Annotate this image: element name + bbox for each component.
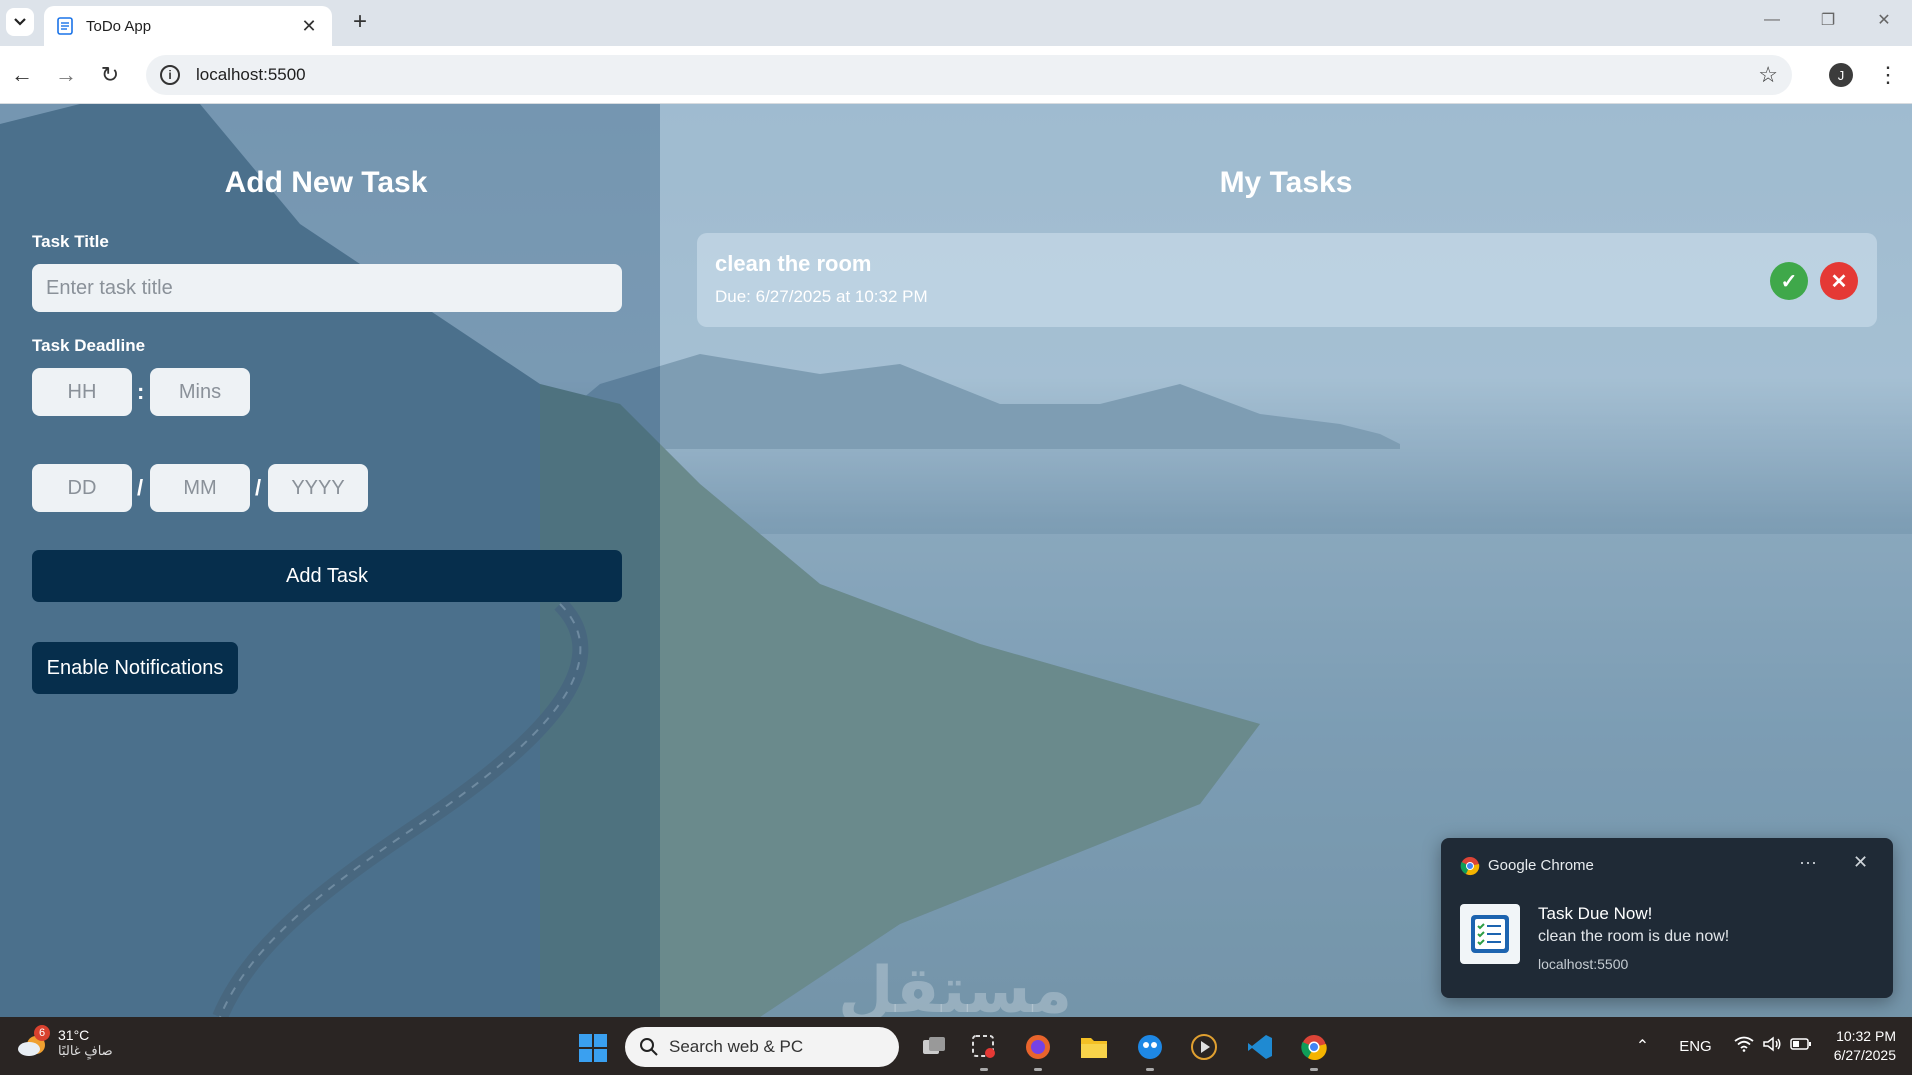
minute-input[interactable] bbox=[150, 368, 250, 416]
taskbar-search-box[interactable]: Search web & PC bbox=[625, 1027, 899, 1067]
my-tasks-heading: My Tasks bbox=[1219, 166, 1353, 199]
media-player-icon[interactable] bbox=[1188, 1031, 1220, 1063]
input-language[interactable]: ENG bbox=[1679, 1038, 1712, 1055]
time-separator: : bbox=[137, 379, 145, 404]
volume-icon[interactable] bbox=[1762, 1035, 1782, 1057]
notification-origin: localhost:5500 bbox=[1538, 956, 1629, 972]
date-separator-1: / bbox=[137, 475, 144, 500]
watermark-logo: مستقل bbox=[838, 954, 1073, 1017]
notification-close-icon[interactable]: ✕ bbox=[1853, 852, 1868, 873]
task-title-label: Task Title bbox=[32, 232, 109, 251]
site-info-icon[interactable]: i bbox=[160, 65, 180, 85]
tab-todo-app[interactable]: ToDo App ✕ bbox=[44, 6, 332, 46]
hour-input[interactable] bbox=[32, 368, 132, 416]
checklist-icon bbox=[1460, 904, 1520, 964]
day-input[interactable] bbox=[32, 464, 132, 512]
tab-close-icon[interactable]: ✕ bbox=[298, 15, 320, 37]
tab-strip: ToDo App ✕ + — ❐ ✕ bbox=[0, 0, 1912, 46]
wifi-icon[interactable] bbox=[1734, 1036, 1754, 1057]
weather-widget[interactable]: 6 31°C صافٍ غالبًا bbox=[16, 1025, 113, 1061]
search-icon bbox=[640, 1038, 658, 1056]
enable-notifications-button[interactable]: Enable Notifications bbox=[32, 642, 238, 694]
show-hidden-icons-chevron-icon[interactable]: ⌃ bbox=[1636, 1036, 1649, 1056]
year-input[interactable] bbox=[268, 464, 368, 512]
url-text[interactable]: localhost:5500 bbox=[196, 65, 1758, 85]
notification-more-icon[interactable]: ··· bbox=[1799, 852, 1817, 873]
new-tab-plus-icon[interactable]: + bbox=[344, 8, 376, 36]
restore-icon[interactable]: ❐ bbox=[1800, 0, 1856, 40]
task-title-input[interactable] bbox=[32, 264, 622, 312]
back-arrow-icon[interactable]: ← bbox=[6, 59, 38, 91]
task-title: clean the room bbox=[715, 251, 872, 276]
copilot-app-icon[interactable] bbox=[1134, 1031, 1166, 1071]
notification-title: Task Due Now! bbox=[1538, 904, 1653, 923]
forward-arrow-icon[interactable]: → bbox=[50, 59, 82, 91]
notification-body: clean the room is due now! bbox=[1538, 928, 1730, 945]
tab-search-chevron-icon[interactable] bbox=[6, 8, 34, 36]
reload-icon[interactable]: ↻ bbox=[94, 59, 126, 91]
vscode-icon[interactable] bbox=[1244, 1031, 1276, 1063]
file-explorer-icon[interactable] bbox=[1078, 1031, 1110, 1063]
windows-taskbar: 6 31°C صافٍ غالبًا Search web & PC ⌃ ENG… bbox=[0, 1017, 1912, 1075]
clock-date: 6/27/2025 bbox=[1833, 1047, 1896, 1063]
complete-task-check-icon[interactable]: ✓ bbox=[1770, 262, 1808, 300]
tab-title: ToDo App bbox=[86, 17, 152, 35]
clock-time: 10:32 PM bbox=[1836, 1028, 1896, 1044]
add-task-button[interactable]: Add Task bbox=[32, 550, 622, 602]
weather-description: صافٍ غالبًا bbox=[58, 1043, 113, 1058]
address-bar[interactable]: i localhost:5500 ☆ bbox=[146, 55, 1792, 95]
add-task-heading: Add New Task bbox=[224, 166, 428, 199]
weather-cloud-icon: 6 bbox=[16, 1025, 50, 1061]
battery-icon[interactable] bbox=[1789, 1037, 1812, 1056]
task-due-date: Due: 6/27/2025 at 10:32 PM bbox=[715, 287, 928, 306]
bookmark-star-icon[interactable]: ☆ bbox=[1758, 62, 1778, 88]
browser-toolbar: ← → ↻ i localhost:5500 ☆ J ⋮ bbox=[0, 46, 1912, 104]
notification-toast[interactable]: Google Chrome ··· ✕ Task Due Now! clean … bbox=[1441, 838, 1893, 998]
windows-start-icon[interactable] bbox=[578, 1033, 608, 1063]
task-card: clean the room Due: 6/27/2025 at 10:32 P… bbox=[697, 233, 1877, 327]
chrome-taskbar-icon[interactable] bbox=[1298, 1031, 1330, 1071]
task-deadline-label: Task Deadline bbox=[32, 336, 146, 355]
window-controls: — ❐ ✕ bbox=[1744, 0, 1912, 40]
chrome-logo-icon bbox=[1460, 857, 1480, 876]
system-tray: ⌃ ENG 10:32 PM 6/27/2025 bbox=[1636, 1017, 1912, 1075]
date-separator-2: / bbox=[255, 475, 262, 500]
notification-app-name: Google Chrome bbox=[1488, 857, 1594, 874]
delete-task-x-icon[interactable]: ✕ bbox=[1820, 262, 1858, 300]
minimize-icon[interactable]: — bbox=[1744, 0, 1800, 40]
taskbar-search-label: Search web & PC bbox=[669, 1037, 804, 1056]
taskbar-clock[interactable]: 10:32 PM 6/27/2025 bbox=[1834, 1027, 1896, 1065]
task-view-icon[interactable] bbox=[918, 1031, 950, 1063]
month-input[interactable] bbox=[150, 464, 250, 512]
chrome-menu-icon[interactable]: ⋮ bbox=[1876, 60, 1900, 90]
window-close-icon[interactable]: ✕ bbox=[1856, 0, 1912, 40]
firefox-icon[interactable] bbox=[1022, 1031, 1054, 1071]
snipping-tool-icon[interactable] bbox=[968, 1031, 1000, 1071]
profile-avatar[interactable]: J bbox=[1829, 63, 1853, 87]
weather-temperature: 31°C bbox=[58, 1027, 90, 1043]
weather-alert-badge: 6 bbox=[34, 1025, 50, 1041]
document-favicon-icon bbox=[57, 17, 73, 35]
